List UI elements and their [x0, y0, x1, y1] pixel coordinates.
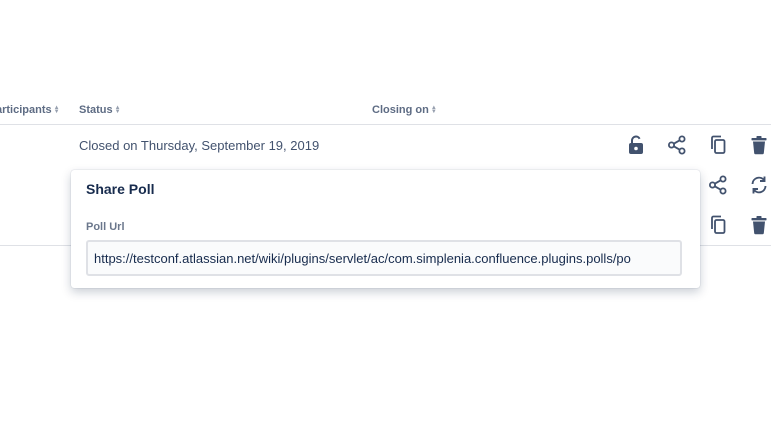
- share-button[interactable]: [666, 134, 688, 156]
- polls-table-view: articipants ▲ ▼ Status ▲ ▼ Closing on ▲ ▼ C…: [0, 0, 771, 439]
- trash-icon: [751, 136, 767, 155]
- column-header-closing-on[interactable]: Closing on ▲ ▼: [372, 104, 437, 116]
- share-poll-popover: Share Poll Poll Url: [71, 170, 700, 288]
- trash-icon: [751, 216, 767, 235]
- sort-icon: ▲ ▼: [114, 105, 121, 115]
- column-header-participants-label: articipants: [0, 104, 52, 116]
- delete-button[interactable]: [748, 134, 770, 156]
- poll-url-field[interactable]: [86, 240, 682, 276]
- copy-button[interactable]: [707, 214, 729, 236]
- popover-title: Share Poll: [86, 181, 155, 197]
- copy-icon: [711, 135, 726, 154]
- column-header-participants[interactable]: articipants ▲ ▼: [0, 104, 60, 116]
- refresh-icon: [751, 176, 767, 194]
- delete-button[interactable]: [748, 214, 770, 236]
- sort-icon: ▲ ▼: [53, 105, 60, 115]
- column-header-status[interactable]: Status ▲ ▼: [79, 104, 121, 116]
- unlock-icon: [629, 135, 643, 154]
- column-header-closing-on-label: Closing on: [372, 104, 429, 116]
- copy-button[interactable]: [707, 134, 729, 156]
- table-header-divider: [0, 124, 771, 125]
- poll-url-label: Poll Url: [86, 221, 125, 233]
- column-header-status-label: Status: [79, 104, 113, 116]
- copy-icon: [711, 215, 726, 234]
- share-button[interactable]: [707, 174, 729, 196]
- share-icon: [668, 135, 686, 155]
- unlock-button[interactable]: [625, 134, 647, 156]
- share-icon: [709, 175, 727, 195]
- sort-icon: ▲ ▼: [430, 105, 437, 115]
- row-status-text: Closed on Thursday, September 19, 2019: [79, 138, 320, 153]
- reopen-button[interactable]: [748, 174, 770, 196]
